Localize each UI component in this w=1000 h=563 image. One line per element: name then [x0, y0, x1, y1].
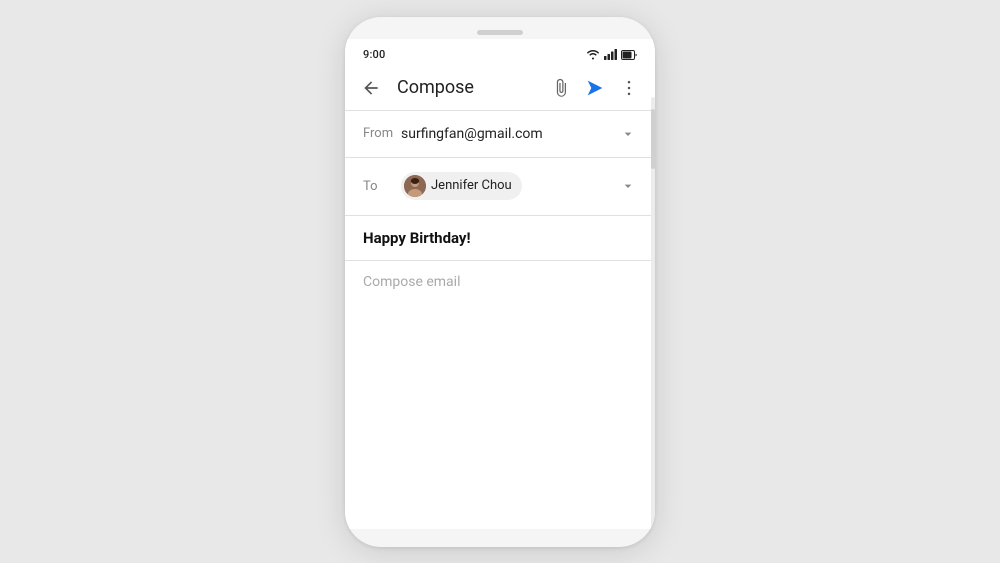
- recipient-name: Jennifer Chou: [431, 178, 512, 193]
- scrollbar-track[interactable]: [651, 97, 655, 527]
- more-options-button[interactable]: [613, 72, 645, 104]
- to-value: Jennifer Chou: [401, 172, 619, 201]
- send-button[interactable]: [579, 72, 611, 104]
- to-chevron-icon: [619, 177, 637, 195]
- from-label: From: [363, 126, 401, 141]
- body-placeholder: Compose email: [363, 274, 460, 290]
- to-row[interactable]: To Jennifer Chou: [345, 158, 655, 215]
- status-time: 9:00: [363, 48, 385, 61]
- to-label: To: [363, 179, 401, 194]
- app-bar-actions: [545, 72, 645, 104]
- recipient-chip[interactable]: Jennifer Chou: [401, 172, 522, 200]
- body-row[interactable]: Compose email: [345, 261, 655, 529]
- subject-row[interactable]: Happy Birthday!: [345, 216, 655, 260]
- phone-frame: 9:00: [345, 17, 655, 547]
- phone-speaker: [477, 30, 523, 35]
- subject-value: Happy Birthday!: [363, 229, 471, 247]
- from-row[interactable]: From surfingfan@gmail.com: [345, 111, 655, 157]
- attach-button[interactable]: [545, 72, 577, 104]
- from-chevron-icon: [619, 125, 637, 143]
- app-bar-title: Compose: [397, 77, 539, 98]
- battery-icon: [621, 45, 637, 64]
- recipient-avatar: [404, 175, 426, 197]
- app-bar: Compose: [345, 66, 655, 110]
- signal-icon: [604, 45, 617, 64]
- status-icons: [586, 45, 637, 64]
- status-bar: 9:00: [345, 39, 655, 66]
- wifi-icon: [586, 45, 600, 64]
- back-button[interactable]: [355, 72, 387, 104]
- scrollbar-thumb[interactable]: [651, 109, 655, 169]
- from-value: surfingfan@gmail.com: [401, 126, 619, 142]
- phone-screen: 9:00: [345, 39, 655, 529]
